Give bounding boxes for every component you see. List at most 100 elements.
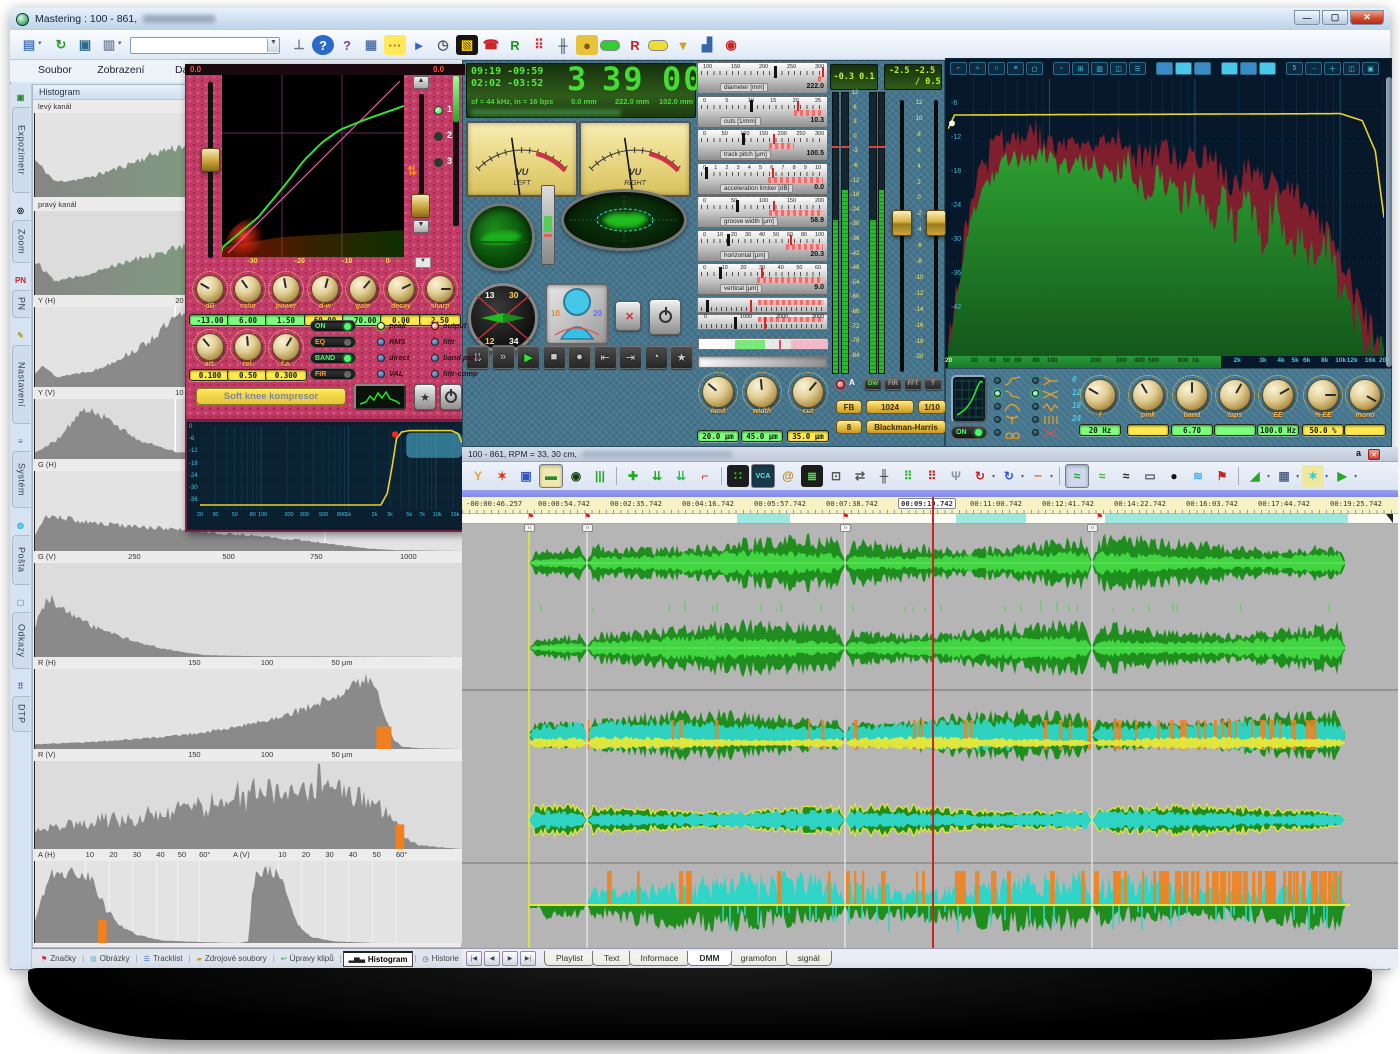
tab-nav-button-3[interactable]: ▶| xyxy=(520,951,536,966)
marker-flag-2[interactable]: ⚑ xyxy=(842,512,849,521)
bottom-tab-dmm[interactable]: DMM xyxy=(687,951,731,966)
slider-marker[interactable] xyxy=(727,234,730,246)
spectrum-tool-button-12[interactable] xyxy=(1194,62,1211,75)
transport-button-8[interactable]: ★ xyxy=(670,345,693,369)
analyzer-value-band[interactable]: 6.70 xyxy=(1171,424,1213,436)
red-dots-icon[interactable]: ⠿ xyxy=(921,465,943,487)
sidebar-tab-nastavení[interactable]: Nastavení xyxy=(12,345,30,424)
comp-preset-star-button[interactable]: ★ xyxy=(414,384,436,410)
tab-nav-button-2[interactable]: ▶ xyxy=(502,951,518,966)
minimize-button[interactable]: — xyxy=(1294,10,1320,25)
analyzer-grid-button[interactable] xyxy=(951,375,987,423)
deck-power-button[interactable] xyxy=(649,299,681,335)
help-icon[interactable]: ? xyxy=(312,35,334,55)
comment-icon[interactable]: ··· xyxy=(384,35,406,55)
slider-marker[interactable] xyxy=(719,267,722,279)
spectrum-tool-button-8[interactable]: ◫ xyxy=(1110,62,1127,75)
vinyl-icon[interactable]: ◉ xyxy=(565,465,587,487)
pin-icon[interactable]: ⊥ xyxy=(288,35,310,55)
cutter-button-1/10[interactable]: 1/10 xyxy=(918,400,946,414)
bottom-tab-signál[interactable]: signál xyxy=(786,951,832,966)
window-layout-icon-dropdown[interactable]: ▾ xyxy=(38,39,42,47)
analyzer-on-toggle[interactable]: ON xyxy=(951,426,987,439)
spectrum-tool-button-17[interactable]: → xyxy=(1305,62,1322,75)
clip-handle-2[interactable]: ıı xyxy=(840,524,851,532)
refresh-icon[interactable]: ↻ xyxy=(50,35,72,55)
filter-led-1-1[interactable] xyxy=(1032,390,1039,397)
filter-led-2-0[interactable] xyxy=(994,403,1001,410)
slider-marker[interactable] xyxy=(742,133,745,145)
filter-led-0-1[interactable] xyxy=(1032,377,1039,384)
comp-output-fader-handle[interactable] xyxy=(411,194,430,218)
clip-handle-0[interactable]: ıı xyxy=(524,524,535,532)
cutter-value-cut[interactable]: 35.0 µm xyxy=(787,430,829,442)
vca-button[interactable]: VCA xyxy=(751,464,775,488)
wifi-icon[interactable]: ≋ xyxy=(1187,465,1209,487)
cutter-slider-vertical[interactable]: 0102030405060vertical [µm]9.0 xyxy=(697,263,828,295)
clip-handle-1[interactable]: ıı xyxy=(582,524,593,532)
matrix-icon[interactable]: ∷ xyxy=(727,465,749,487)
slider-marker[interactable] xyxy=(750,100,753,112)
sidebar-tab-dtp[interactable]: DTP xyxy=(12,696,30,732)
comp-knob-f.a.[interactable] xyxy=(272,333,300,361)
transport-button-6[interactable]: ⇥ xyxy=(619,345,642,369)
comp-knob-ratio[interactable] xyxy=(234,275,262,303)
sidebar-tab-zoom[interactable]: Zoom xyxy=(12,220,30,263)
transport-button-1[interactable]: » xyxy=(492,345,515,369)
maximize-button[interactable]: ▢ xyxy=(1322,10,1348,25)
comp-knob-sharp[interactable] xyxy=(426,275,454,303)
table-columns-icon-dropdown[interactable]: ▾ xyxy=(118,39,122,47)
compressor-spinbox[interactable]: ▼ xyxy=(415,257,431,268)
comp-toggle-EQ[interactable]: EQ xyxy=(310,336,356,348)
spectrum-tool-button-7[interactable]: ▥ xyxy=(1091,62,1108,75)
comp-knob-power[interactable] xyxy=(272,275,300,303)
filter-led-2-1[interactable] xyxy=(1032,403,1039,410)
dashes-icon-dropdown[interactable]: ▾ xyxy=(1050,473,1053,480)
record-black-icon[interactable]: ● xyxy=(1163,465,1185,487)
spectrum-tool-button-14[interactable] xyxy=(1240,62,1257,75)
green-dots-icon[interactable]: ⠿ xyxy=(897,465,919,487)
analyzer-value-% EE[interactable]: 50.0 % xyxy=(1302,424,1344,436)
analyzer-knob-f[interactable] xyxy=(1084,379,1116,411)
eject-button[interactable]: ✕ xyxy=(615,301,641,331)
analyzer-knob-pink[interactable] xyxy=(1132,379,1164,411)
wave-green-icon[interactable]: ≈ xyxy=(1091,465,1113,487)
comp-knob-rel.[interactable] xyxy=(234,333,262,361)
menu-item-zobrazení[interactable]: Zobrazení xyxy=(97,64,144,76)
cutter-slider-acceleration[interactable]: 012345678910acceleration limiter [dB]0.0 xyxy=(697,163,828,195)
spectrum-tool-button-18[interactable]: ＋ xyxy=(1324,62,1341,75)
clip-handle-3[interactable]: ıı xyxy=(1087,524,1098,532)
sidebar-tab-pošta[interactable]: Pošta xyxy=(12,535,30,585)
cutter-button-8[interactable]: 8 xyxy=(836,420,862,434)
filter-led-3-1[interactable] xyxy=(1032,416,1039,423)
cutter-small-button-FFT[interactable]: FFT xyxy=(904,378,922,390)
loop30-blue-icon-dropdown[interactable]: ▾ xyxy=(1021,473,1024,480)
comp-value-power[interactable]: 1.50 xyxy=(265,314,307,326)
quick-search-combobox[interactable]: ▼ xyxy=(130,37,280,54)
comp-preset-led-1[interactable] xyxy=(434,106,443,115)
left-tab-obrázky[interactable]: ▤Obrázky xyxy=(85,952,134,965)
play-flags-icon[interactable]: ▶ xyxy=(1331,465,1353,487)
cutter-slider-horizontal[interactable]: 010203040506080100horizontal [µm]20.3 xyxy=(697,230,828,262)
bottom-tab-text[interactable]: Text xyxy=(592,951,632,966)
faders-icon[interactable]: ╫ xyxy=(552,35,574,55)
soft-knee-compressor-button[interactable]: Soft knee kompresor xyxy=(196,388,346,405)
save-icon[interactable]: ▣ xyxy=(515,465,537,487)
bottom-tab-playlist[interactable]: Playlist xyxy=(544,951,595,966)
analyzer-knob-mono[interactable] xyxy=(1349,379,1381,411)
loop30-red-icon-dropdown[interactable]: ▾ xyxy=(992,473,995,480)
slider-marker[interactable] xyxy=(736,200,739,212)
comp-scope-button[interactable] xyxy=(354,384,406,410)
comp-toggle-BAND[interactable]: BAND xyxy=(310,352,356,364)
comp-knob-dB[interactable] xyxy=(196,275,224,303)
limiter-curve-icon[interactable]: ⌐ xyxy=(694,465,716,487)
cutter-slider-cuts[interactable]: 0510152025cuts [1/mm]10.3 xyxy=(697,96,828,128)
transport-button-2[interactable]: ▶ xyxy=(517,345,540,369)
analyzer-value-EE[interactable]: 100.0 Hz xyxy=(1257,424,1299,436)
analyzer-knob-band[interactable] xyxy=(1176,379,1208,411)
cutter-knob-land[interactable] xyxy=(702,376,734,408)
loop30-blue-icon[interactable]: ↻ xyxy=(998,465,1020,487)
left-tab-zdrojové-soubory[interactable]: ▰Zdrojové soubory xyxy=(192,952,272,965)
cutter-small-button-FIR[interactable]: FIR xyxy=(884,378,902,390)
analyzer-value-pink[interactable] xyxy=(1127,424,1169,436)
